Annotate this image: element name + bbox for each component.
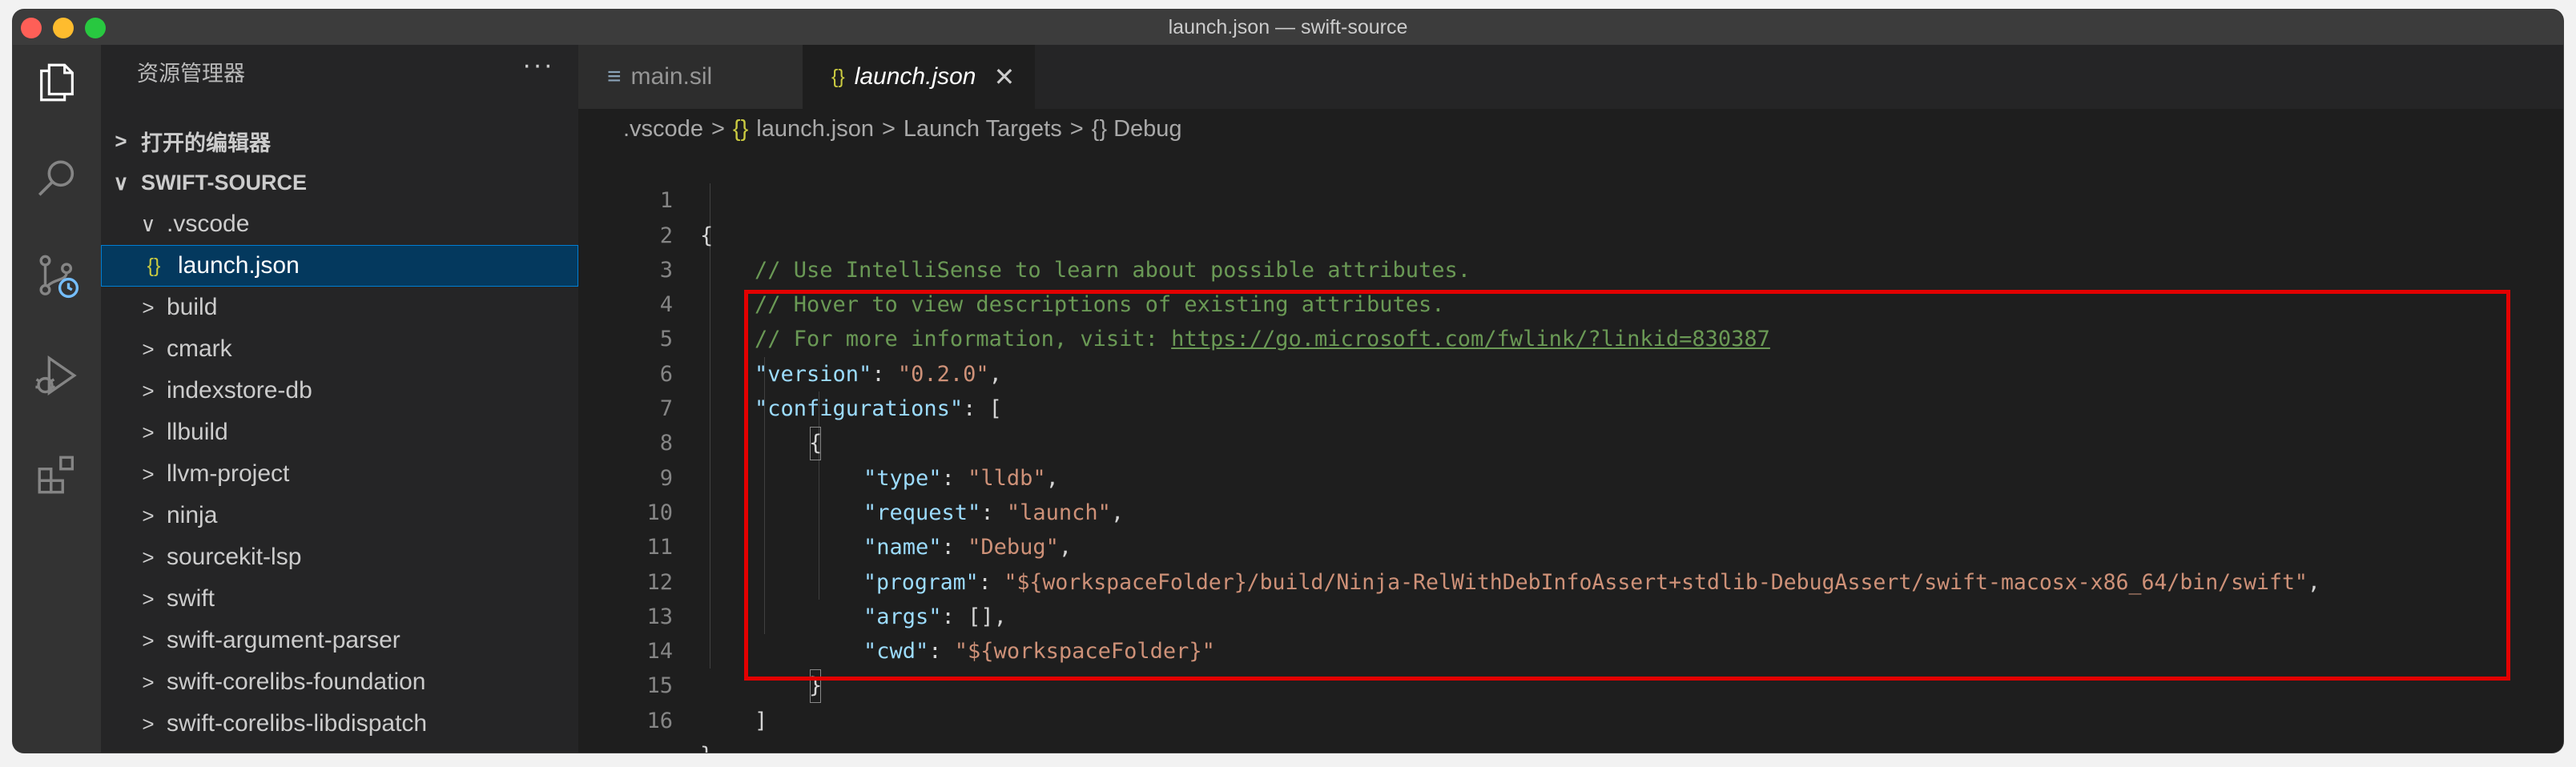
breadcrumb-separator: > <box>881 115 896 142</box>
chevron-right-icon: > <box>115 128 127 153</box>
tree-item-swift-corelibs-foundation[interactable]: > swift-corelibs-foundation <box>101 661 578 703</box>
chevron-right-icon: > <box>142 711 155 736</box>
code-line: 1 { <box>578 149 2563 247</box>
activity-bar <box>13 45 101 753</box>
tree-item-label: llvm-project <box>167 460 290 487</box>
tree-item-ninja[interactable]: > ninja <box>101 495 578 536</box>
tree-item-swift-corelibs-libdispatch[interactable]: > swift-corelibs-libdispatch <box>101 703 578 745</box>
workspace-root-label: SWIFT-SOURCE <box>141 170 307 195</box>
close-tab-icon[interactable]: ✕ <box>993 62 1015 92</box>
code-line: 2 // Use IntelliSense to learn about pos… <box>578 183 2563 283</box>
chevron-right-icon: > <box>142 378 155 403</box>
chevron-right-icon: > <box>142 420 155 444</box>
breadcrumb-item[interactable]: {} Debug <box>1092 116 1182 143</box>
open-editors-label: 打开的编辑器 <box>141 131 271 155</box>
open-editors-section[interactable]: > 打开的编辑器 <box>101 120 578 162</box>
tree-item-build[interactable]: > build <box>101 287 578 328</box>
tab-launch-json[interactable]: {} launch.json ✕ <box>803 45 1035 109</box>
run-debug-icon[interactable] <box>29 347 85 404</box>
window-title: launch.json — swift-source <box>1168 16 1408 38</box>
tab-label: launch.json <box>854 63 976 90</box>
json-bracket: ] <box>755 708 768 733</box>
tree-item-label: swift-corelibs-libdispatch <box>167 710 428 737</box>
chevron-right-icon: > <box>142 628 155 653</box>
tree-item-label: .vscode <box>167 211 250 237</box>
code-line: 4 // For more information, visit: https:… <box>578 253 2563 351</box>
breadcrumb-item[interactable]: launch.json <box>756 116 874 143</box>
workspace-root[interactable]: ∨ SWIFT-SOURCE <box>101 162 578 203</box>
chevron-down-icon: ∨ <box>140 211 156 236</box>
tree-item-label: cmark <box>167 335 232 362</box>
tab-main-sil[interactable]: ≡ main.sil <box>578 45 803 109</box>
tree-item-label: build <box>167 294 218 320</box>
breadcrumb-item[interactable]: .vscode <box>623 116 703 143</box>
chevron-right-icon: > <box>142 544 155 569</box>
breadcrumb-separator: > <box>1069 115 1084 142</box>
chevron-right-icon: > <box>142 336 155 361</box>
search-icon[interactable] <box>29 151 85 207</box>
source-control-icon[interactable] <box>29 248 85 304</box>
breadcrumb-item[interactable]: Launch Targets <box>904 116 1062 143</box>
tree-item-llvm-project[interactable]: > llvm-project <box>101 453 578 495</box>
chevron-right-icon: > <box>142 503 155 528</box>
tree-item-label: sourcekit-lsp <box>167 544 302 570</box>
tree-item-vscode[interactable]: ∨ .vscode <box>101 203 578 245</box>
sidebar-title: 资源管理器 <box>137 61 245 86</box>
tree-item-sourcekit-lsp[interactable]: > sourcekit-lsp <box>101 536 578 578</box>
more-actions-icon[interactable]: ··· <box>522 50 554 81</box>
breadcrumb: .vscode > {} launch.json > Launch Target… <box>578 109 2563 149</box>
tree-item-label: indexstore-db <box>167 377 312 404</box>
tree-item-swift[interactable]: > swift <box>101 578 578 620</box>
vscode-window: launch.json — swift-source 资源管理器 ··· > 打… <box>13 10 2563 753</box>
tree-item-cmark[interactable]: > cmark <box>101 328 578 370</box>
chevron-down-icon: ∨ <box>113 170 129 195</box>
tree-item-label: swift-argument-parser <box>167 627 400 653</box>
tree-item-indexstore-db[interactable]: > indexstore-db <box>101 370 578 412</box>
highlight-annotation-box <box>744 290 2510 681</box>
chevron-right-icon: > <box>142 669 155 694</box>
line-number: 16 <box>646 708 673 733</box>
tree-item-label: llbuild <box>167 419 228 445</box>
extensions-icon[interactable] <box>29 447 85 503</box>
tree-item-label: swift <box>167 585 215 612</box>
text-file-icon: ≡ <box>607 63 622 90</box>
chevron-right-icon: > <box>142 586 155 611</box>
tree-item-launch-json[interactable]: {} launch.json <box>101 245 578 287</box>
json-file-icon: {} <box>732 115 749 142</box>
tree-item-label: ninja <box>167 502 218 528</box>
tab-bar: ≡ main.sil {} launch.json ✕ <box>578 45 2563 109</box>
json-file-icon: {} <box>831 65 845 88</box>
json-file-icon: {} <box>147 254 161 277</box>
tree-item-swift-argument-parser[interactable]: > swift-argument-parser <box>101 620 578 661</box>
tree-item-label: swift-corelibs-foundation <box>167 669 426 695</box>
breadcrumb-separator: > <box>710 115 725 142</box>
chevron-right-icon: > <box>142 295 155 319</box>
explorer-icon[interactable] <box>29 54 85 110</box>
title-bar: launch.json — swift-source <box>13 10 2563 45</box>
tree-item-llbuild[interactable]: > llbuild <box>101 412 578 453</box>
tree-item-label: launch.json <box>178 252 300 279</box>
explorer-sidebar: 资源管理器 ··· > 打开的编辑器 ∨ SWIFT-SOURCE ∨ .vsc… <box>101 45 578 753</box>
code-line: 3 // Hover to view descriptions of exist… <box>578 219 2563 317</box>
json-brace: } <box>700 738 713 753</box>
tab-label: main.sil <box>630 63 713 90</box>
chevron-right-icon: > <box>142 461 155 486</box>
